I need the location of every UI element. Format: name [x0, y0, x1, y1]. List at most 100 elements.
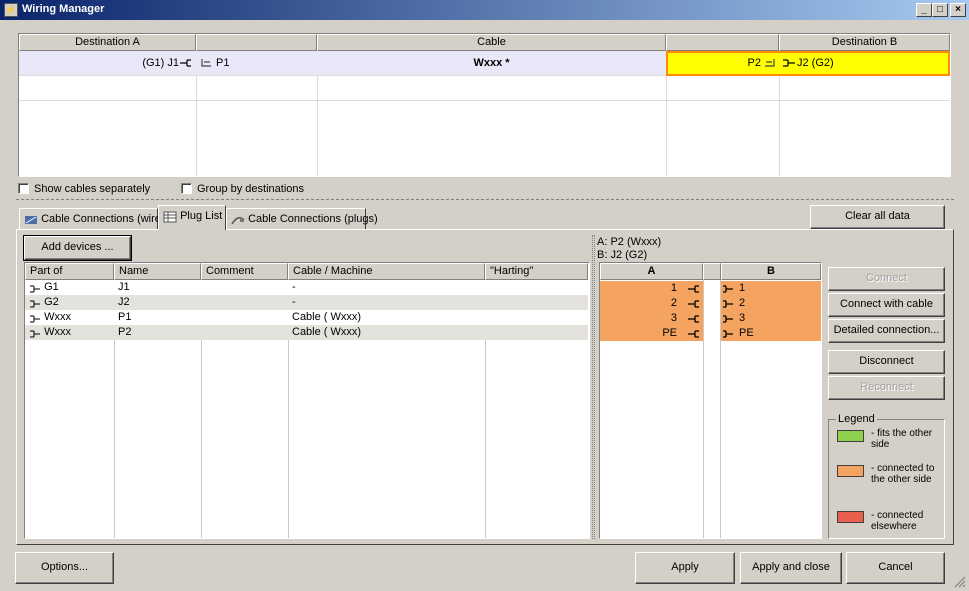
part-of-text: G1 [44, 281, 59, 293]
detailed-connection-button[interactable]: Detailed connection... [828, 319, 945, 343]
part-of-text: Wxxx [44, 326, 71, 338]
tab-label: Plug List [180, 210, 223, 222]
tab-plug-list[interactable]: Plug List [158, 205, 226, 230]
part-of-cell: G1 [25, 280, 59, 295]
tab-label: Cable Connections (wires) [41, 213, 171, 225]
pin-socket-icon [722, 284, 734, 296]
header-cable-machine[interactable]: Cable / Machine [288, 263, 485, 280]
connector-icon [200, 57, 214, 72]
apply-and-close-button[interactable]: Apply and close [740, 552, 842, 584]
part-of-text: G2 [44, 296, 59, 308]
legend-box: Legend - fits the other side - connected… [828, 413, 945, 539]
table-row[interactable]: G2 J2 - [25, 295, 588, 310]
header-plug-a[interactable] [196, 34, 317, 51]
header-destination-a[interactable]: Destination A [19, 34, 196, 51]
socket-icon [782, 58, 796, 71]
show-cables-separately-label[interactable]: Show cables separately [34, 183, 150, 195]
plug-icon [179, 58, 193, 71]
legend-swatch-red [837, 511, 864, 523]
header-side-a[interactable]: A [600, 263, 703, 280]
reconnect-button[interactable]: Reconnect [828, 376, 945, 400]
name-cell: J1 [118, 281, 130, 293]
tab-cable-connections-wires[interactable]: Cable Connections (wires) [19, 208, 170, 230]
destination-grid[interactable]: Destination A Cable Destination B (G1) J… [18, 33, 951, 177]
cable-machine-cell: Cable ( Wxxx) [292, 311, 362, 323]
resize-grip-icon[interactable] [952, 574, 966, 588]
pin-b[interactable]: 3 [721, 311, 821, 326]
maximize-button[interactable]: □ [932, 3, 948, 17]
pin-plug-icon [688, 284, 700, 296]
group-by-destinations-label[interactable]: Group by destinations [197, 183, 304, 195]
connect-with-cable-button[interactable]: Connect with cable [828, 293, 945, 317]
vertical-splitter[interactable] [592, 235, 595, 539]
header-side-b[interactable]: B [721, 263, 821, 280]
options-button[interactable]: Options... [15, 552, 114, 584]
header-cable[interactable]: Cable [317, 34, 666, 51]
cable-cell[interactable]: Wxxx * [317, 51, 666, 75]
splitter[interactable] [16, 199, 954, 200]
legend-text: - fits the other side [871, 428, 933, 450]
cable-machine-cell: - [292, 296, 296, 308]
harting-cell [485, 280, 489, 295]
pin-b[interactable]: 2 [721, 296, 821, 311]
pin-socket-icon [722, 299, 734, 311]
dest-a-cell[interactable]: (G1) J1 [19, 51, 179, 75]
legend-title: Legend [836, 413, 877, 425]
legend-text: - connected to the other side [871, 463, 935, 485]
comment-cell [201, 325, 205, 340]
clear-all-data-button[interactable]: Clear all data [810, 205, 945, 229]
cable-machine-cell: - [292, 281, 296, 293]
header-name[interactable]: Name [114, 263, 201, 280]
table-row[interactable]: Wxxx P1 Cable ( Wxxx) [25, 310, 588, 325]
part-of-text: Wxxx [44, 311, 71, 323]
header-comment[interactable]: Comment [201, 263, 288, 280]
disconnect-button[interactable]: Disconnect [828, 350, 945, 374]
tab-label: Cable Connections (plugs) [248, 213, 378, 225]
group-by-destinations-checkbox[interactable] [181, 183, 192, 194]
close-button[interactable]: × [950, 3, 966, 17]
table-row[interactable]: Wxxx P2 Cable ( Wxxx) [25, 325, 588, 340]
part-of-cell: G2 [25, 295, 59, 310]
name-cell: P1 [118, 311, 132, 323]
pin-plug-icon [688, 314, 700, 326]
socket-icon [29, 283, 41, 293]
add-devices-button[interactable]: Add devices ... [23, 235, 132, 261]
pin-b[interactable]: PE [721, 326, 821, 341]
socket-icon [29, 328, 41, 338]
cable-wires-icon [24, 213, 38, 225]
comment-cell [201, 295, 205, 310]
comment-cell [201, 280, 205, 295]
tab-cable-connections-plugs[interactable]: Cable Connections (plugs) [226, 208, 378, 230]
pin-b[interactable]: 1 [721, 281, 821, 296]
side-b-label: B: J2 (G2) [597, 249, 648, 261]
header-plug-b[interactable] [666, 34, 779, 51]
pin-plug-icon [688, 299, 700, 311]
show-cables-separately-checkbox[interactable] [18, 183, 29, 194]
title-bar[interactable]: ⚡ Wiring Manager _ □ × [0, 0, 969, 20]
name-cell: P2 [118, 326, 132, 338]
plug-list-table[interactable]: Part of Name Comment Cable / Machine "Ha… [24, 262, 590, 539]
pin-plug-icon [688, 329, 700, 341]
header-spacer [703, 263, 721, 280]
connect-button[interactable]: Connect [828, 267, 945, 291]
plug-a-cell[interactable]: P1 [216, 51, 229, 75]
socket-icon [29, 313, 41, 323]
plug-b-cell[interactable]: P2 [668, 51, 761, 75]
grid-list-icon [163, 210, 177, 223]
dest-b-cell[interactable]: J2 (G2) [797, 51, 834, 75]
cancel-button[interactable]: Cancel [846, 552, 945, 584]
app-icon: ⚡ [4, 3, 18, 17]
minimize-button[interactable]: _ [916, 3, 932, 17]
apply-button[interactable]: Apply [635, 552, 735, 584]
legend-text: - connected elsewhere [871, 510, 924, 532]
pin-connection-table[interactable]: A B 1 1 2 2 3 3 PE PE [599, 262, 822, 539]
header-harting[interactable]: "Harting" [485, 263, 588, 280]
harting-cell [485, 325, 489, 340]
table-row[interactable]: G1 J1 - [25, 280, 588, 295]
part-of-cell: Wxxx [25, 310, 71, 325]
header-destination-b[interactable]: Destination B [779, 34, 950, 51]
header-part-of[interactable]: Part of [25, 263, 114, 280]
cable-machine-cell: Cable ( Wxxx) [292, 326, 362, 338]
cable-plugs-icon [231, 213, 245, 225]
harting-cell [485, 310, 489, 325]
